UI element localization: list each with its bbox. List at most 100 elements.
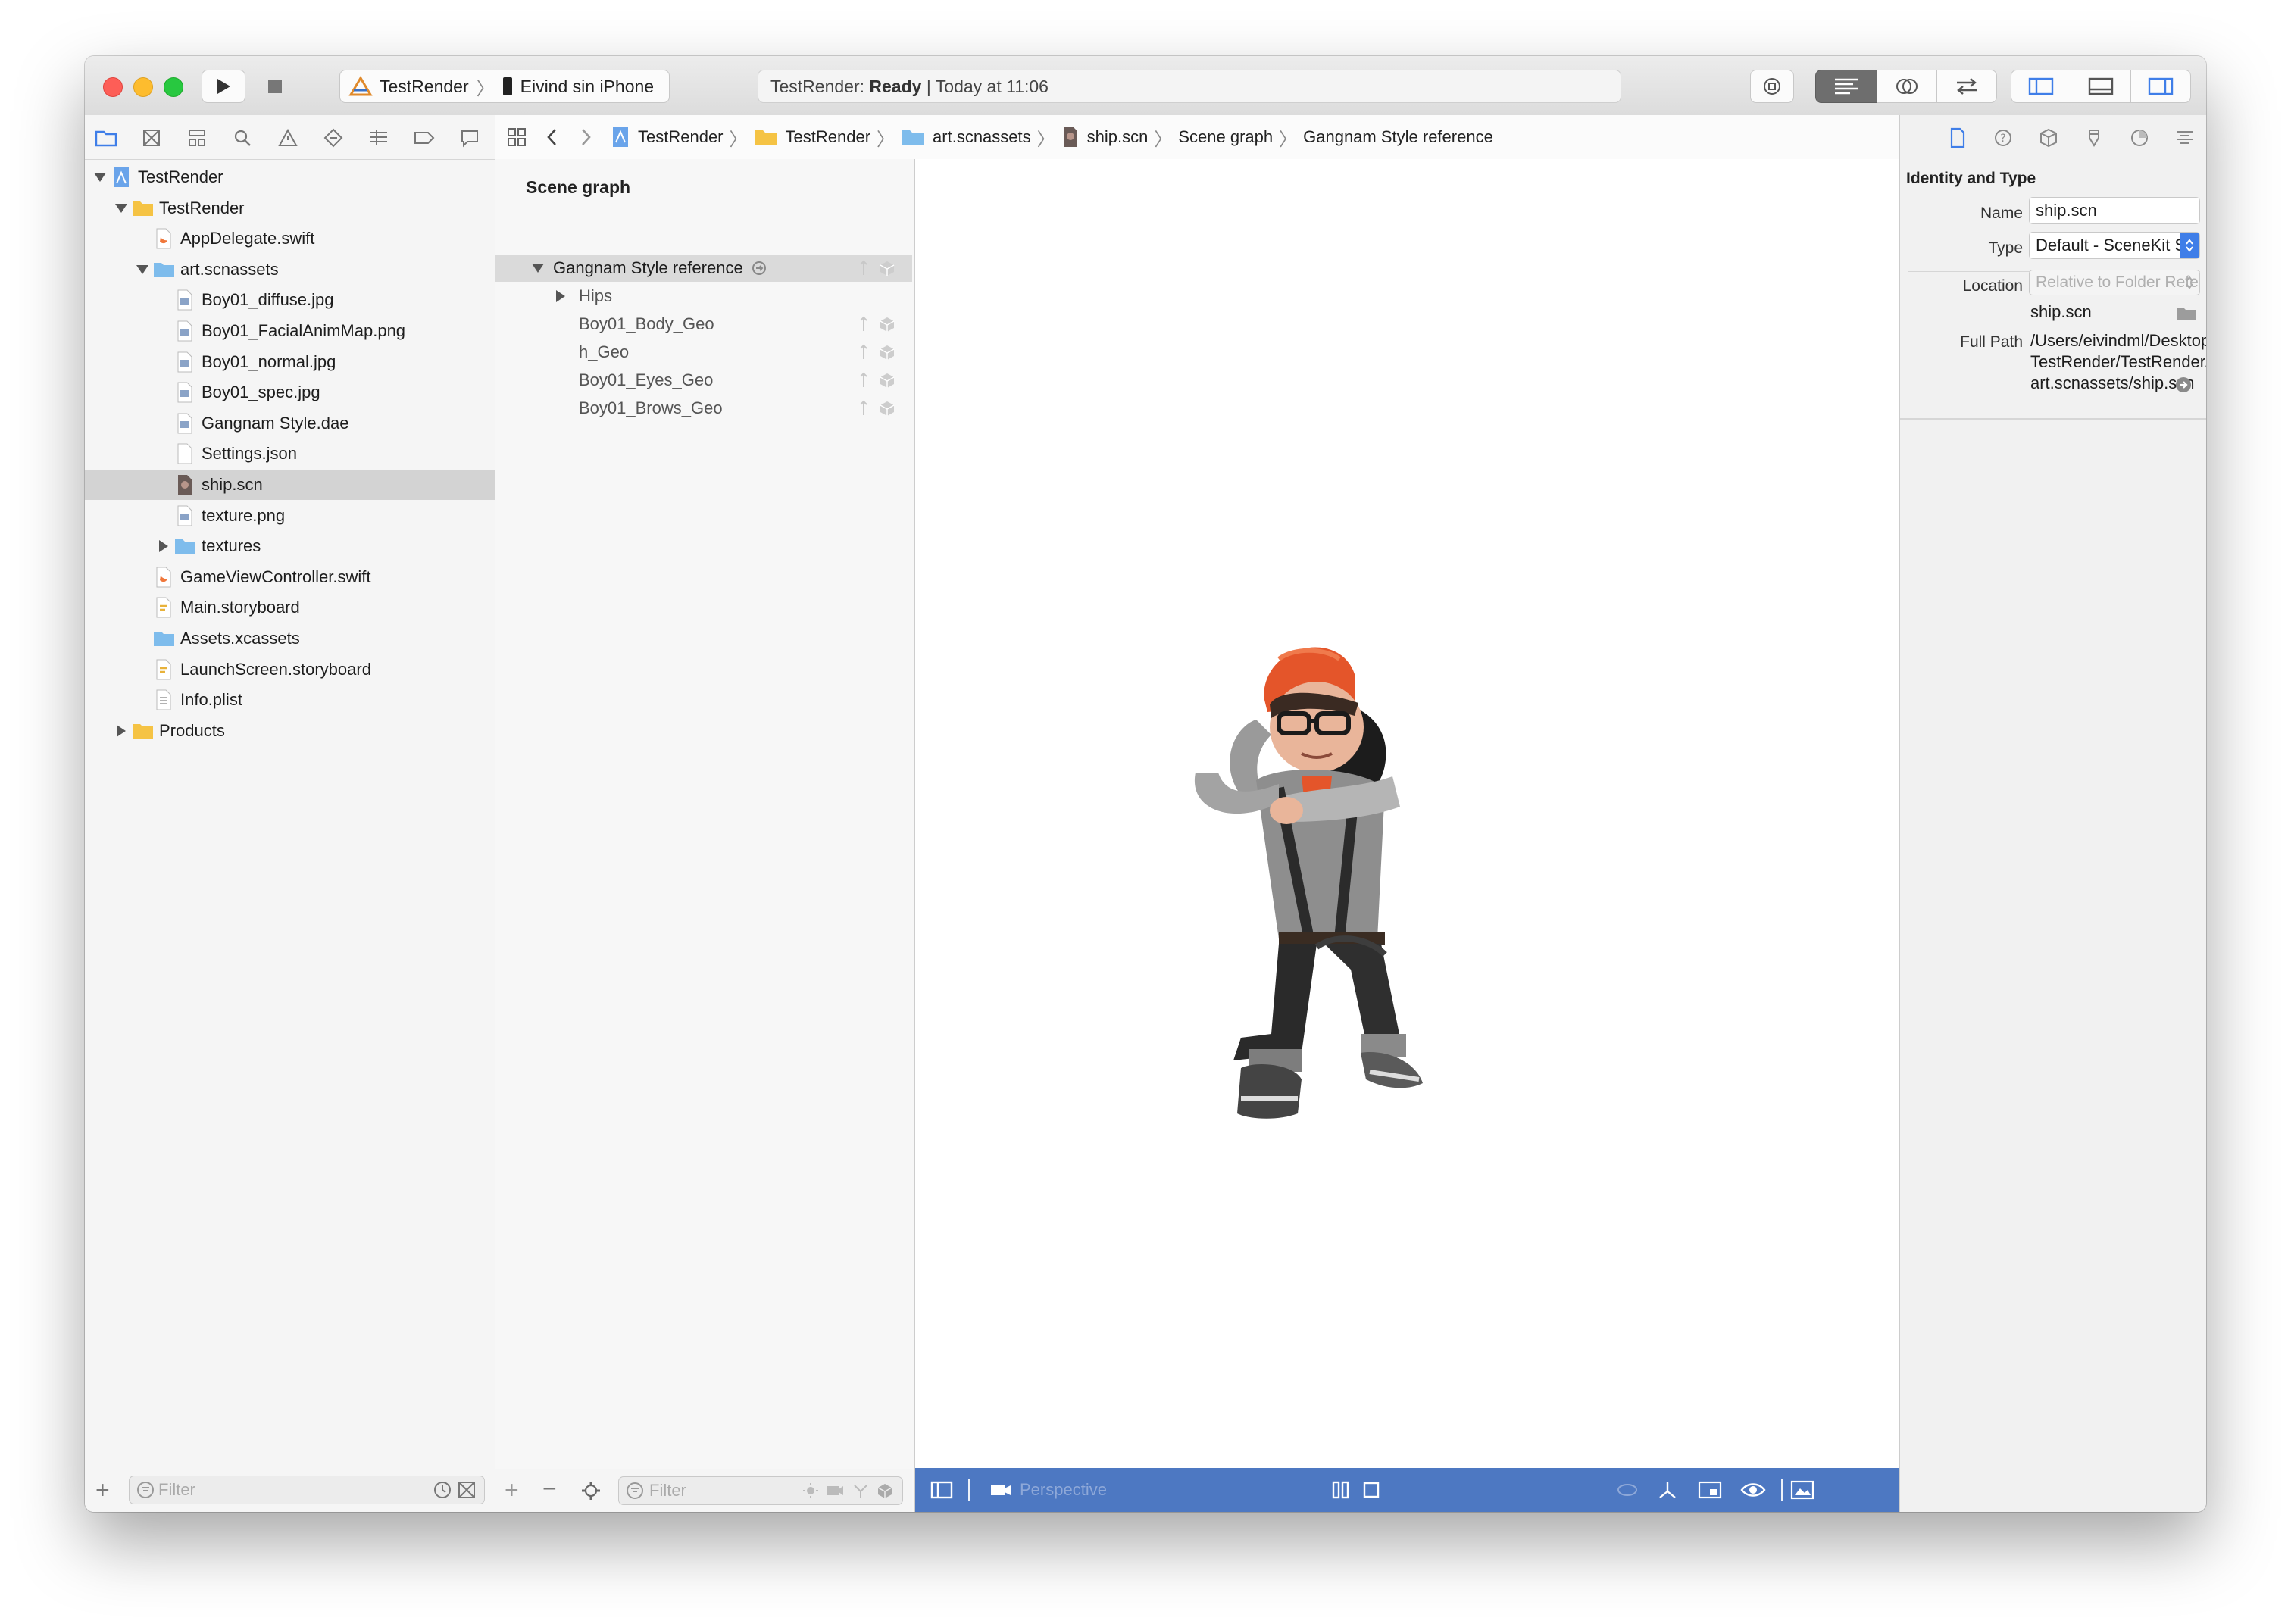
assistant-editor-button[interactable]	[1877, 70, 1937, 103]
library-button[interactable]	[1750, 70, 1794, 103]
navigator-item-textures[interactable]: textures	[85, 531, 495, 561]
navigator-footer: + Filter	[85, 1469, 495, 1512]
debug-navigator-tab[interactable]	[364, 123, 394, 153]
crumb-scene-graph[interactable]: Scene graph	[1178, 127, 1273, 147]
node-inspector-tab[interactable]	[2033, 123, 2064, 153]
navigator-item-settings-json[interactable]: Settings.json	[85, 439, 495, 469]
type-popup[interactable]: Default - SceneKit Scene...	[2029, 232, 2200, 259]
navigator-item-boy01-facialanimmap-png[interactable]: Boy01_FacialAnimMap.png	[85, 316, 495, 346]
navigator-item-main-storyboard[interactable]: Main.storyboard	[85, 592, 495, 623]
camera-filter-icon[interactable]	[825, 1482, 845, 1499]
reference-arrow-icon[interactable]	[751, 260, 767, 276]
issue-navigator-tab[interactable]	[273, 123, 303, 153]
camera-icon[interactable]	[989, 1482, 1012, 1498]
reveal-folder-icon[interactable]	[2176, 304, 2197, 321]
scheme-selector[interactable]: TestRender 〉 Eivind sin iPhone	[339, 70, 670, 103]
project-navigator-tab[interactable]	[91, 123, 121, 153]
navigator-filter-field[interactable]: Filter	[129, 1476, 485, 1504]
navigator-item-ship-scn[interactable]: ship.scn	[85, 470, 495, 500]
constraint-icon	[860, 316, 867, 331]
crumb-scnassets[interactable]: art.scnassets	[901, 127, 1031, 147]
source-control-tab[interactable]	[136, 123, 167, 153]
quick-help-tab[interactable]: ?	[1988, 123, 2018, 153]
symbol-navigator-tab[interactable]	[182, 123, 212, 153]
recent-files-clock-icon[interactable]	[433, 1480, 452, 1500]
scene-inspector-image-icon[interactable]	[1790, 1479, 1814, 1501]
related-items-grid-icon[interactable]	[506, 126, 527, 148]
remove-node-button[interactable]: −	[542, 1476, 557, 1501]
zoom-window-button[interactable]	[164, 77, 183, 97]
scene-node-boy01-eyes-geo[interactable]: Boy01_Eyes_Geo	[495, 367, 912, 394]
file-inspector-tab[interactable]	[1943, 123, 1973, 153]
source-control-filter-icon[interactable]	[457, 1480, 477, 1500]
report-navigator-tab[interactable]	[455, 123, 485, 153]
crumb-group[interactable]: TestRender	[754, 127, 870, 147]
disclosure-expanded-icon[interactable]	[114, 201, 129, 216]
physics-inspector-tab[interactable]	[2170, 123, 2200, 153]
reveal-in-finder-arrow-icon[interactable]	[2174, 376, 2193, 394]
stop-button[interactable]	[253, 70, 297, 103]
navigator-item-gangnam-style-dae[interactable]: Gangnam Style.dae	[85, 408, 495, 439]
navigator-item-boy01-spec-jpg[interactable]: Boy01_spec.jpg	[85, 377, 495, 408]
crumb-project[interactable]: TestRender	[611, 126, 724, 148]
find-navigator-tab[interactable]	[227, 123, 258, 153]
location-popup[interactable]: Relative to Folder Referen...	[2029, 270, 2200, 295]
forward-arrow-icon[interactable]	[577, 126, 594, 148]
navigator-item-info-plist[interactable]: Info.plist	[85, 685, 495, 715]
stop-square-icon[interactable]	[1361, 1480, 1381, 1500]
scene-viewport[interactable]	[915, 159, 1899, 1468]
back-arrow-icon[interactable]	[544, 126, 561, 148]
crumb-file[interactable]: ship.scn	[1061, 126, 1148, 148]
navigator-item-assets-xcassets[interactable]: Assets.xcassets	[85, 623, 495, 654]
attributes-inspector-tab[interactable]	[2079, 123, 2109, 153]
toggle-navigator-button[interactable]	[2011, 70, 2071, 103]
material-inspector-tab[interactable]	[2124, 123, 2155, 153]
camera-point-of-view-label[interactable]: Perspective	[1020, 1480, 1107, 1500]
navigator-item-boy01-diffuse-jpg[interactable]: Boy01_diffuse.jpg	[85, 285, 495, 315]
minimize-window-button[interactable]	[133, 77, 153, 97]
navigator-item-testrender[interactable]: TestRender	[85, 193, 495, 223]
scene-node-boy01-body-geo[interactable]: Boy01_Body_Geo	[495, 311, 912, 338]
constraint-filter-icon[interactable]	[852, 1482, 869, 1499]
navigator-item-appdelegate-swift[interactable]: AppDelegate.swift	[85, 223, 495, 254]
gear-icon[interactable]	[580, 1480, 602, 1501]
version-editor-button[interactable]	[1936, 70, 1997, 103]
navigator-item-texture-png[interactable]: texture.png	[85, 501, 495, 531]
scene-graph-filter-field[interactable]: Filter	[618, 1476, 903, 1505]
toggle-inspector-button[interactable]	[2130, 70, 2191, 103]
toggle-scene-graph-icon[interactable]	[930, 1480, 953, 1500]
navigator-item-products[interactable]: Products	[85, 716, 495, 746]
disclosure-collapsed-icon[interactable]	[553, 289, 568, 304]
scene-node-gangnam-style-reference[interactable]: Gangnam Style reference	[495, 255, 912, 282]
run-button[interactable]	[202, 70, 245, 103]
scene-node-boy01-brows-geo[interactable]: Boy01_Brows_Geo	[495, 395, 912, 422]
disclosure-collapsed-icon[interactable]	[114, 723, 129, 739]
test-navigator-tab[interactable]	[318, 123, 348, 153]
name-field[interactable]: ship.scn	[2029, 197, 2200, 224]
toggle-debug-area-button[interactable]	[2071, 70, 2131, 103]
crumb-node[interactable]: Gangnam Style reference	[1303, 127, 1493, 147]
navigator-item-boy01-normal-jpg[interactable]: Boy01_normal.jpg	[85, 347, 495, 377]
axes-icon[interactable]	[1657, 1479, 1678, 1501]
scene-ring-icon[interactable]	[1616, 1482, 1639, 1498]
close-window-button[interactable]	[103, 77, 123, 97]
navigator-item-gameviewcontroller-swift[interactable]: GameViewController.swift	[85, 562, 495, 592]
scene-node-hips[interactable]: Hips	[495, 283, 912, 310]
navigator-item-testrender[interactable]: TestRender	[85, 162, 495, 192]
add-node-button[interactable]: +	[505, 1478, 519, 1502]
navigator-item-launchscreen-storyboard[interactable]: LaunchScreen.storyboard	[85, 654, 495, 685]
geometry-filter-icon[interactable]	[877, 1482, 893, 1499]
pause-icon[interactable]	[1331, 1480, 1351, 1500]
disclosure-expanded-icon[interactable]	[135, 262, 150, 277]
navigator-item-art-scnassets[interactable]: art.scnassets	[85, 255, 495, 285]
eye-icon[interactable]	[1740, 1481, 1766, 1499]
standard-editor-button[interactable]	[1815, 70, 1877, 103]
disclosure-expanded-icon[interactable]	[92, 170, 108, 185]
breakpoint-navigator-tab[interactable]	[409, 123, 439, 153]
add-file-button[interactable]: +	[95, 1478, 110, 1502]
disclosure-collapsed-icon[interactable]	[156, 539, 171, 554]
scene-node-h-geo[interactable]: h_Geo	[495, 339, 912, 366]
light-filter-icon[interactable]	[802, 1482, 819, 1499]
disclosure-expanded-icon[interactable]	[530, 261, 545, 276]
frame-icon[interactable]	[1698, 1480, 1722, 1500]
